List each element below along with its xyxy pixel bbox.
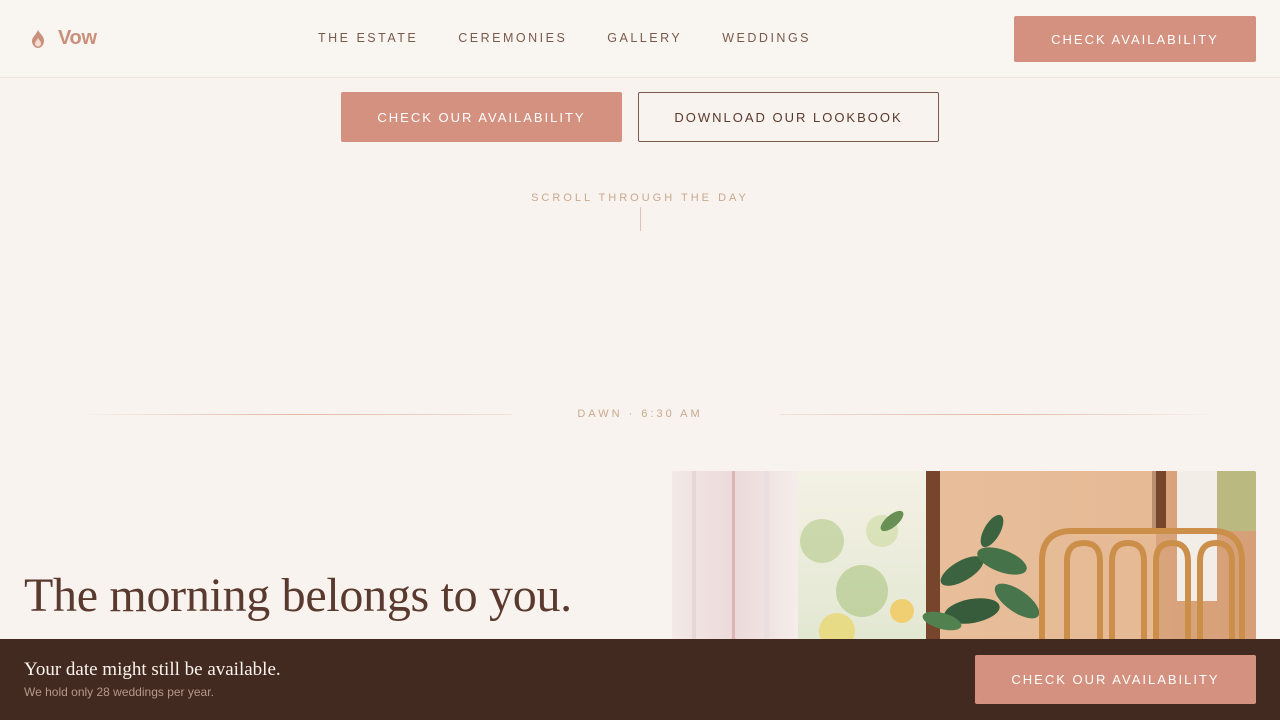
nav-item-weddings[interactable]: WEDDINGS — [722, 31, 811, 45]
scroll-indicator-line — [640, 207, 641, 231]
section-heading: The morning belongs to you. — [24, 569, 572, 622]
logo-text: Vow — [58, 27, 97, 49]
divider-right — [780, 414, 1216, 415]
main-nav: THE ESTATE CEREMONIES GALLERY WEDDINGS — [318, 31, 811, 45]
availability-bar: Your date might still be available. We h… — [0, 639, 1280, 720]
check-availability-button[interactable]: CHECK AVAILABILITY — [1014, 16, 1256, 62]
flame-icon — [32, 29, 44, 48]
availability-bar-subtitle: We hold only 28 weddings per year. — [24, 685, 214, 699]
availability-bar-title: Your date might still be available. — [24, 659, 281, 680]
download-lookbook-button[interactable]: DOWNLOAD OUR LOOKBOOK — [638, 92, 939, 142]
logo[interactable]: Vow — [30, 27, 97, 50]
check-our-availability-button[interactable]: CHECK OUR AVAILABILITY — [341, 92, 622, 142]
sticky-check-availability-button[interactable]: CHECK OUR AVAILABILITY — [975, 655, 1256, 704]
nav-item-gallery[interactable]: GALLERY — [607, 31, 682, 45]
nav-item-the-estate[interactable]: THE ESTATE — [318, 31, 418, 45]
scroll-hint: SCROLL THROUGH THE DAY — [531, 192, 749, 204]
site-header: Vow THE ESTATE CEREMONIES GALLERY WEDDIN… — [0, 0, 1280, 78]
nav-item-ceremonies[interactable]: CEREMONIES — [458, 31, 567, 45]
